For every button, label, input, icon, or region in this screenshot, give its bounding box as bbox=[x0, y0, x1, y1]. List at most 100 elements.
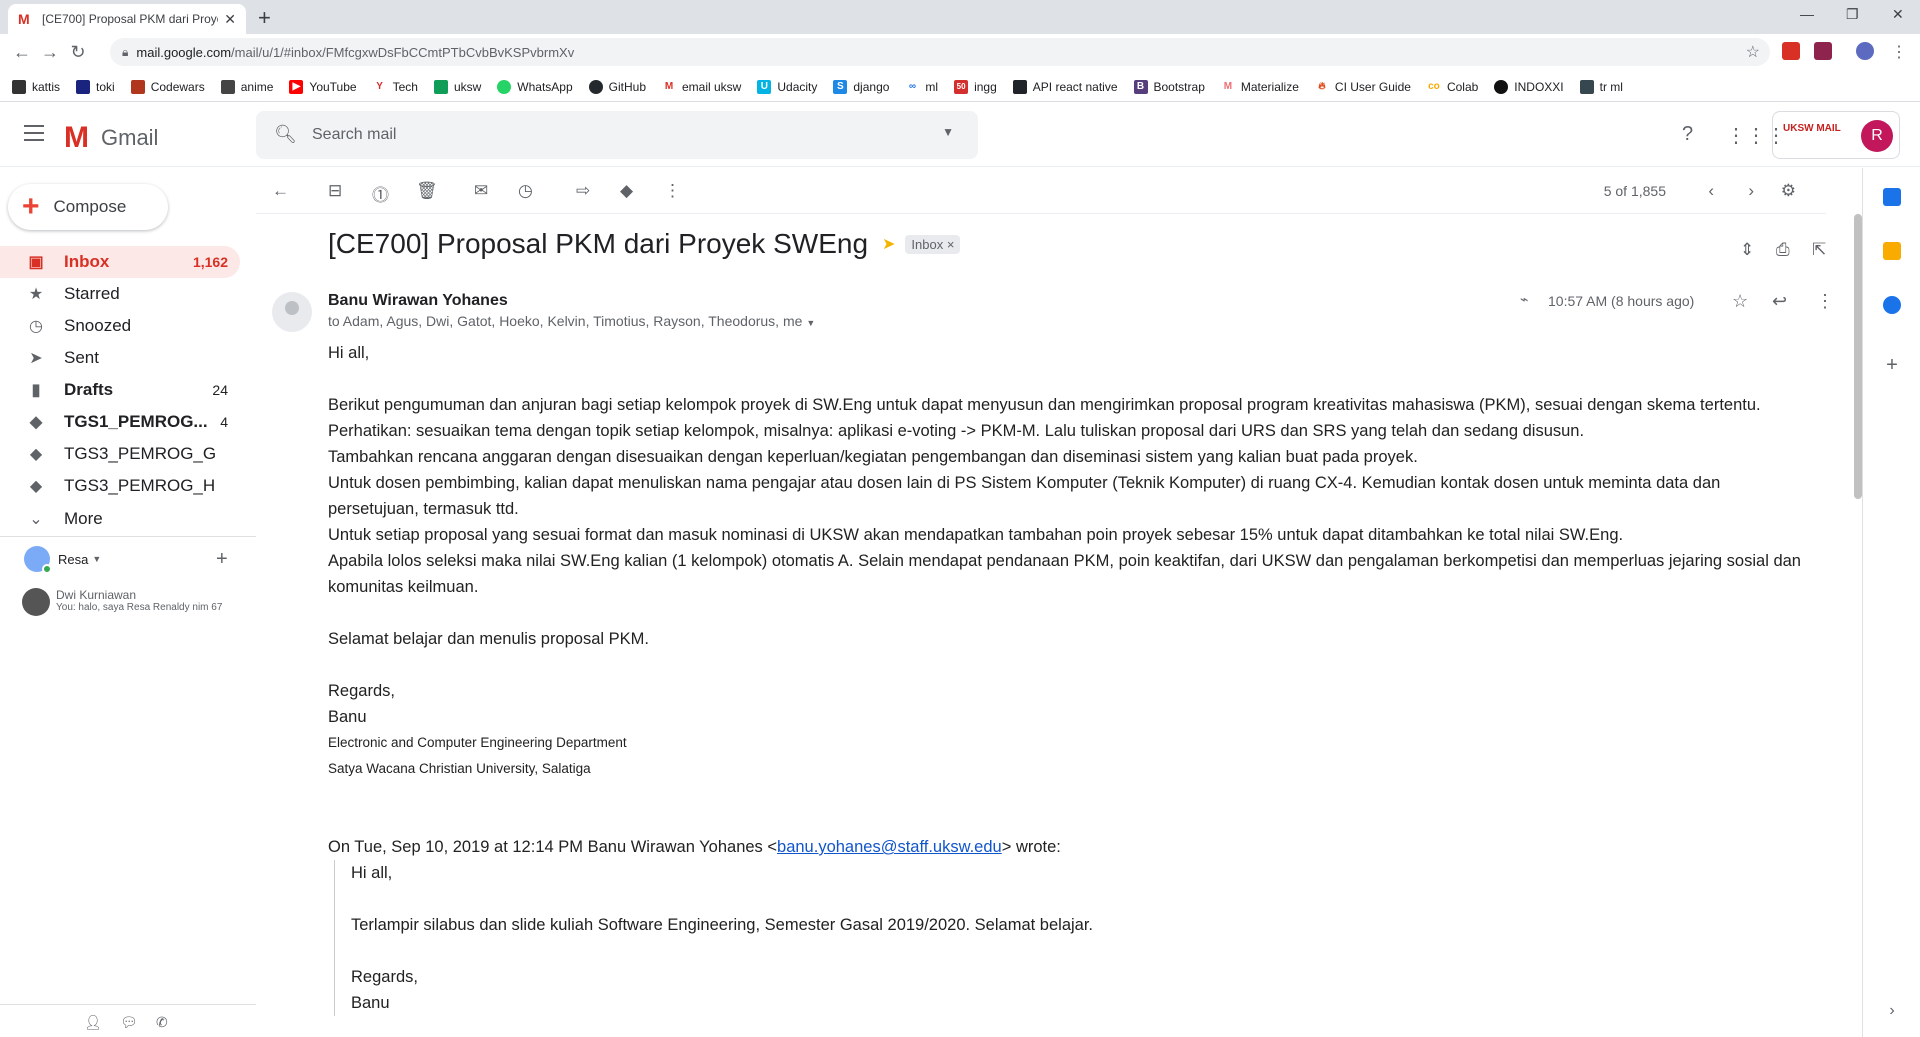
phone-icon[interactable]: ✆ bbox=[156, 1014, 168, 1031]
bookmark-materialize[interactable]: M Materialize bbox=[1220, 79, 1299, 94]
new-tab-button[interactable]: + bbox=[258, 5, 271, 31]
add-addon-icon[interactable]: + bbox=[1883, 355, 1901, 375]
bookmark-ingg[interactable]: 50 ingg bbox=[954, 79, 997, 94]
label-tag-icon[interactable]: ◆ bbox=[620, 181, 633, 201]
address-bar[interactable]: 🔒︎ mail.google.com/mail/u/1/#inbox/FMfcg… bbox=[110, 38, 1770, 66]
reload-icon[interactable]: ↻ bbox=[64, 42, 92, 63]
sidebar-item-tgs1-pemrog[interactable]: ◆ TGS1_PEMROG... 4 bbox=[0, 406, 240, 438]
report-spam-icon[interactable]: ⓵ bbox=[372, 181, 389, 206]
restore-icon[interactable]: ❐ bbox=[1846, 6, 1859, 23]
person-icon[interactable]: 👤︎ bbox=[84, 1014, 102, 1031]
sidebar-item-sent[interactable]: ➤ Sent bbox=[0, 342, 240, 374]
search-options-icon[interactable]: ▼ bbox=[942, 125, 954, 139]
main-menu-icon[interactable] bbox=[24, 125, 44, 141]
keep-icon[interactable] bbox=[1883, 242, 1901, 260]
bookmark-api-react-native[interactable]: API react native bbox=[1012, 79, 1118, 94]
bookmark-label: django bbox=[853, 79, 890, 94]
hangouts-icon[interactable]: 💬︎ bbox=[120, 1014, 138, 1031]
back-arrow-icon[interactable]: ← bbox=[272, 181, 289, 201]
chevron-right-icon[interactable]: › bbox=[1883, 1002, 1901, 1020]
browser-tab[interactable]: M [CE700] Proposal PKM dari Proyek ✕ bbox=[8, 4, 246, 34]
bookmark-ml[interactable]: ∞ ml bbox=[905, 79, 938, 94]
open-new-window-icon[interactable]: ⇱ bbox=[1812, 240, 1826, 260]
bookmark-github[interactable]: GitHub bbox=[588, 79, 646, 94]
newer-icon[interactable]: ‹ bbox=[1708, 181, 1714, 201]
scrollbar[interactable] bbox=[1854, 214, 1862, 499]
colab-icon: co bbox=[1426, 79, 1441, 94]
minimize-icon[interactable]: — bbox=[1800, 6, 1814, 22]
hangouts-footer: 👤︎ 💬︎ ✆ bbox=[0, 1004, 256, 1037]
regards: Regards, bbox=[328, 682, 395, 700]
hangouts-user[interactable]: Resa ▼ bbox=[24, 546, 101, 574]
sidebar-item-starred[interactable]: ★ Starred bbox=[0, 278, 240, 310]
bookmark-colab[interactable]: co Colab bbox=[1426, 79, 1479, 94]
bookmark-email-uksw[interactable]: Memail uksw bbox=[662, 79, 741, 94]
bookmark-whatsapp[interactable]: WhatsApp bbox=[497, 79, 573, 94]
settings-gear-icon[interactable]: ⚙ bbox=[1781, 181, 1796, 201]
bookmark-tech[interactable]: Y Tech bbox=[372, 79, 418, 94]
compose-button[interactable]: + Compose bbox=[8, 184, 168, 230]
back-icon[interactable]: ← bbox=[8, 42, 36, 63]
importance-marker-icon[interactable]: ➤ bbox=[882, 234, 895, 254]
older-icon[interactable]: › bbox=[1748, 181, 1754, 201]
bookmark-star-icon[interactable]: ☆ bbox=[1746, 42, 1760, 62]
bookmark-toki[interactable]: toki bbox=[76, 79, 115, 94]
bookmark-youtube[interactable]: ▶ YouTube bbox=[289, 79, 357, 94]
bookmark-label: Colab bbox=[1446, 79, 1479, 94]
avatar[interactable]: R bbox=[1861, 120, 1893, 152]
gmail-logo[interactable]: M Gmail bbox=[64, 121, 158, 155]
search-input[interactable]: 🔍︎ Search mail ▼ bbox=[256, 111, 978, 159]
extension-icon[interactable] bbox=[1814, 42, 1832, 60]
more-options-icon[interactable]: ⋮ bbox=[1816, 291, 1834, 312]
extension-icon[interactable] bbox=[1782, 42, 1800, 60]
menu-kebab-icon[interactable]: ⋮ bbox=[1890, 42, 1908, 61]
bookmark-label: INDOXXI bbox=[1514, 79, 1564, 94]
sidebar-item-tgs3-pemrog-h[interactable]: ◆ TGS3_PEMROG_H bbox=[0, 470, 240, 502]
chat-list-item[interactable]: Dwi Kurniawan You: halo, saya Resa Renal… bbox=[22, 588, 242, 616]
forward-icon[interactable]: → bbox=[36, 42, 64, 63]
bookmark-kattis[interactable]: kattis bbox=[12, 79, 60, 94]
sidebar-item-snoozed[interactable]: ◷ Snoozed bbox=[0, 310, 240, 342]
help-icon[interactable]: ? bbox=[1682, 123, 1693, 146]
greeting: Hi all, bbox=[328, 344, 370, 362]
quoted-email-link[interactable]: banu.yohanes@staff.uksw.edu bbox=[777, 838, 1002, 856]
tasks-icon[interactable] bbox=[1883, 296, 1901, 314]
lock-icon[interactable]: 🔒︎ bbox=[122, 45, 128, 60]
bookmark-tr-ml[interactable]: tr ml bbox=[1579, 79, 1623, 94]
close-tab-icon[interactable]: ✕ bbox=[224, 11, 236, 28]
new-chat-icon[interactable]: + bbox=[216, 548, 228, 571]
bookmark-bootstrap[interactable]: B Bootstrap bbox=[1133, 79, 1205, 94]
remove-label-icon[interactable]: × bbox=[947, 237, 955, 252]
more-options-icon[interactable]: ⋮ bbox=[664, 181, 681, 201]
bookmark-udacity[interactable]: U Udacity bbox=[757, 79, 817, 94]
bookmark-django[interactable]: Sdjango bbox=[833, 79, 890, 94]
close-window-icon[interactable]: ✕ bbox=[1892, 6, 1904, 23]
move-to-icon[interactable]: ⇨ bbox=[576, 181, 590, 201]
bookmark-anime[interactable]: anime bbox=[220, 79, 273, 94]
snooze-icon[interactable]: ◷ bbox=[518, 181, 533, 201]
sender-name[interactable]: Banu Wirawan Yohanes bbox=[328, 292, 508, 310]
search-icon[interactable]: 🔍︎ bbox=[274, 124, 297, 145]
bookmark-indoxxi[interactable]: INDOXXI bbox=[1494, 79, 1564, 94]
mark-unread-icon[interactable]: ✉ bbox=[474, 181, 488, 201]
profile-icon[interactable] bbox=[1856, 42, 1874, 60]
print-icon[interactable]: ⎙ bbox=[1776, 240, 1790, 260]
bookmark-label: YouTube bbox=[309, 79, 357, 94]
delete-icon[interactable]: 🗑︎ bbox=[416, 181, 438, 201]
bookmark-label: CI User Guide bbox=[1334, 79, 1411, 94]
bookmark-ci-user-guide[interactable]: 🔥︎ CI User Guide bbox=[1314, 79, 1411, 94]
bookmark-uksw[interactable]: uksw bbox=[433, 79, 481, 94]
archive-icon[interactable]: ⊟ bbox=[328, 181, 342, 201]
calendar-icon[interactable] bbox=[1883, 188, 1901, 206]
reply-icon[interactable]: ↩ bbox=[1772, 291, 1787, 312]
sidebar-item-inbox[interactable]: ▣ Inbox 1,162 bbox=[0, 246, 240, 278]
star-icon[interactable]: ☆ bbox=[1732, 291, 1748, 312]
account-switcher[interactable]: UKSW MAIL R bbox=[1772, 111, 1900, 159]
sidebar-item-tgs3-pemrog-g[interactable]: ◆ TGS3_PEMROG_G bbox=[0, 438, 240, 470]
recipients[interactable]: to Adam, Agus, Dwi, Gatot, Hoeko, Kelvin… bbox=[328, 313, 815, 329]
sidebar-item-more[interactable]: ⌄ More bbox=[0, 503, 240, 535]
sidebar-item-drafts[interactable]: ▮ Drafts 24 bbox=[0, 374, 240, 406]
collapse-all-icon[interactable]: ⇕ bbox=[1740, 240, 1754, 260]
chevron-down-icon[interactable]: ▼ bbox=[806, 318, 815, 328]
bookmark-codewars[interactable]: Codewars bbox=[130, 79, 205, 94]
